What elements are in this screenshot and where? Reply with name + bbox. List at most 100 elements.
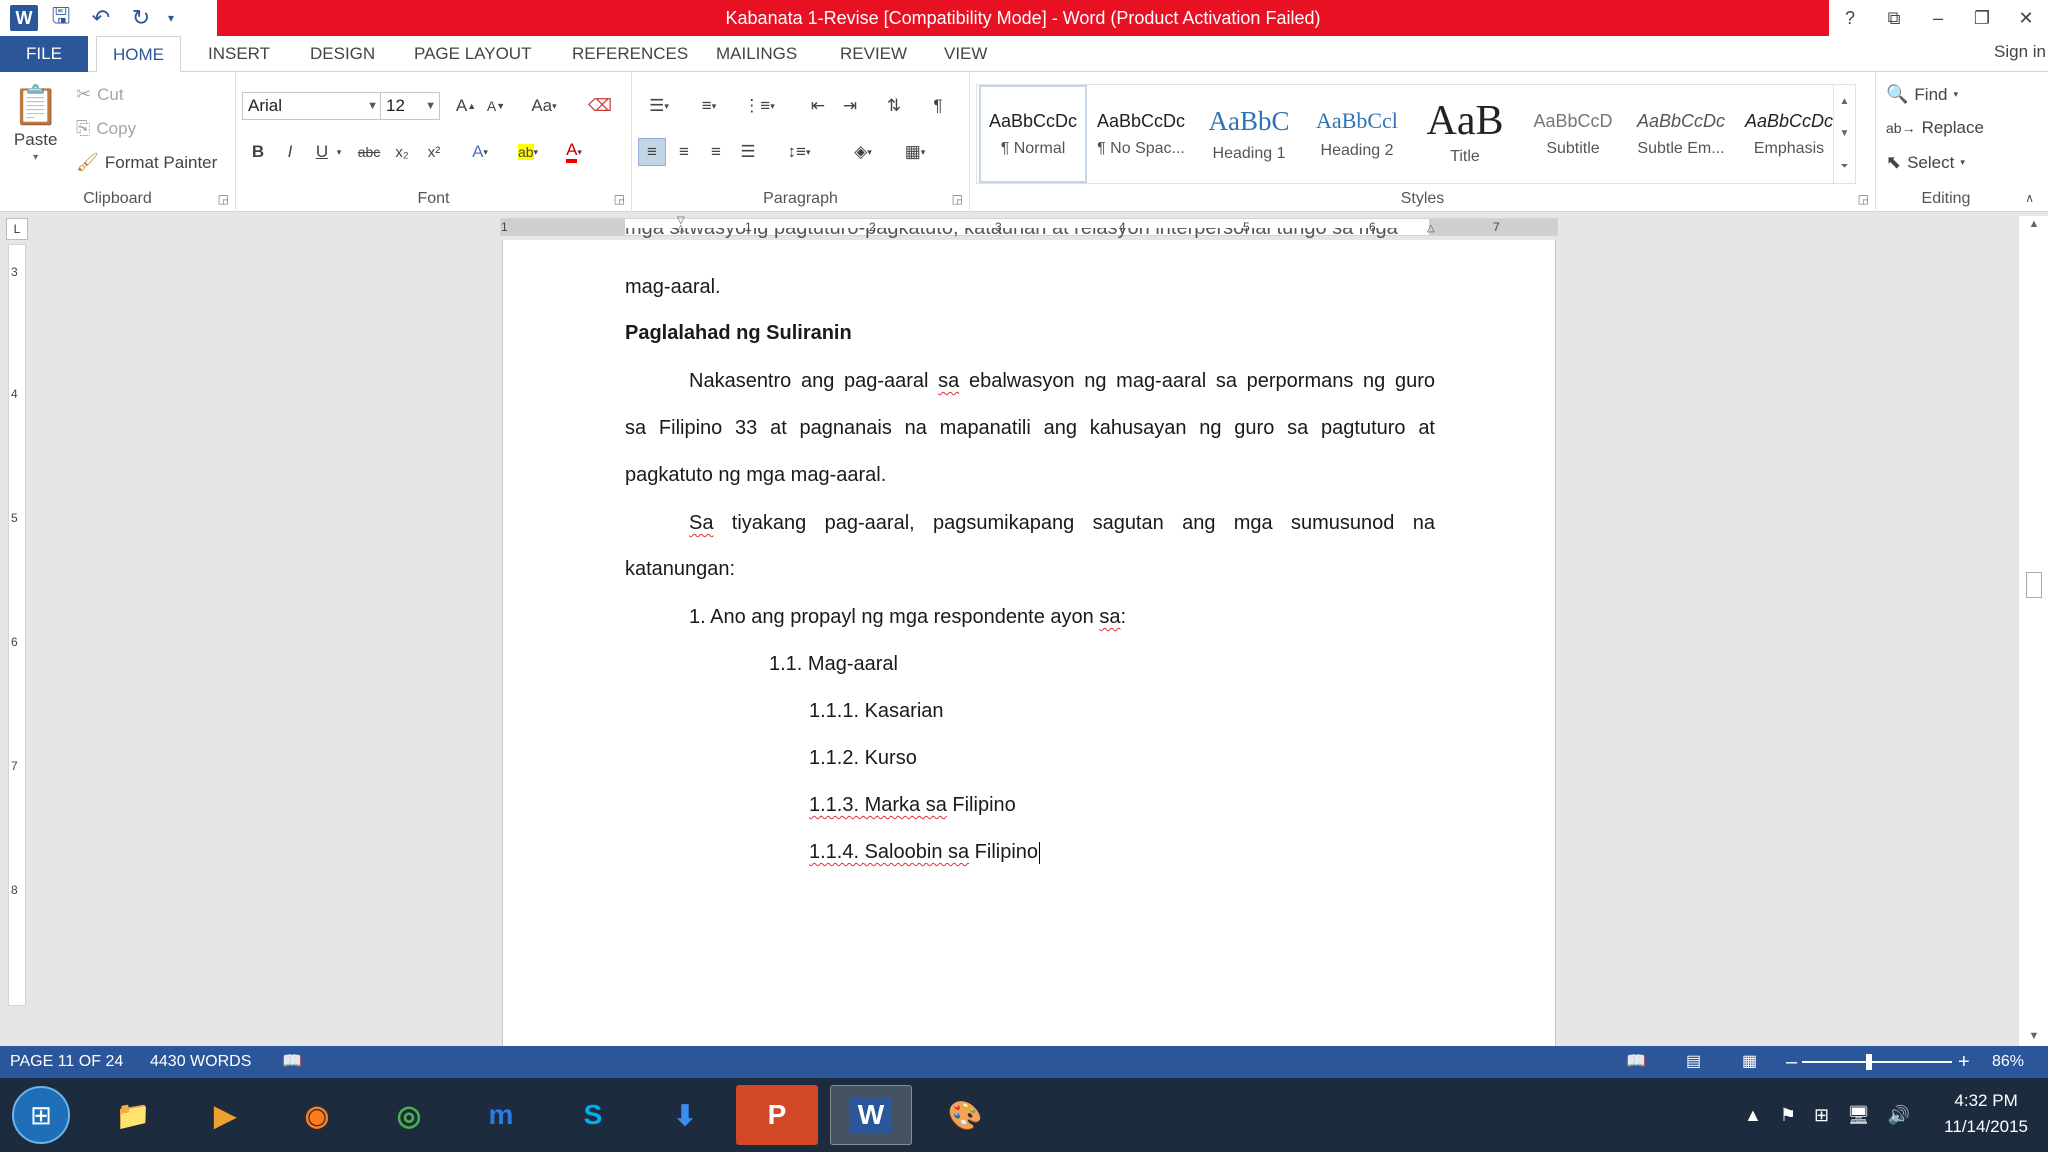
word-taskbar-icon[interactable]: W [830,1085,912,1145]
dialog-launcher-icon[interactable]: ◲ [1858,192,1869,206]
chrome-icon[interactable]: ◎ [368,1085,450,1145]
change-case-button[interactable]: Aa ▾ [524,92,564,120]
style-subtle-emphasis[interactable]: AaBbCcDc Subtle Em... [1627,85,1735,183]
media-player-icon[interactable]: ▶ [184,1085,266,1145]
text-effects-button[interactable]: A ▾ [466,138,494,166]
bold-button[interactable]: B [244,138,272,166]
print-layout-icon[interactable]: ▤ [1686,1046,1701,1078]
tab-insert[interactable]: INSERT [192,36,286,73]
scroll-thumb[interactable] [2026,572,2042,598]
close-button[interactable]: ✕ [2004,0,2048,36]
clear-formatting-icon[interactable]: ⌫ [586,92,614,120]
vertical-scrollbar[interactable]: ▲ ▼ [2018,216,2048,1046]
highlight-button[interactable]: ab ▾ [508,138,548,166]
style-normal[interactable]: AaBbCcDc ¶ Normal [979,85,1087,183]
tab-home[interactable]: HOME [96,36,181,73]
tab-view[interactable]: VIEW [928,36,1003,73]
cut-button[interactable]: ✂ Cut [76,84,124,105]
find-button[interactable]: 🔍 Find ▾ [1886,84,1958,105]
style-emphasis[interactable]: AaBbCcDc Emphasis [1735,85,1843,183]
tab-selector[interactable]: L [6,218,28,240]
proofing-icon[interactable]: 📖 [282,1046,302,1078]
decrease-indent-icon[interactable]: ⇤ [804,92,832,120]
strikethrough-button[interactable]: abc [352,138,386,166]
zoom-slider[interactable] [1802,1061,1952,1063]
align-center-icon[interactable]: ≡ [670,138,698,166]
tab-design[interactable]: DESIGN [294,36,391,73]
copy-button[interactable]: ⎘ Copy [76,118,136,139]
sign-in-link[interactable]: Sign in [1994,36,2048,68]
tab-review[interactable]: REVIEW [824,36,923,73]
font-color-button[interactable]: A ▾ [554,138,594,166]
redo-icon[interactable]: ↻ [124,3,158,33]
undo-icon[interactable]: ↶ [84,3,118,33]
minimize-button[interactable]: – [1916,0,1960,36]
justify-icon[interactable]: ☰ [734,138,762,166]
more-styles-icon[interactable]: ⏷ [1841,161,1849,172]
ribbon-display-options-icon[interactable]: ⧉ [1872,0,1916,36]
bullets-icon[interactable]: ☰ ▾ [638,92,680,120]
line-spacing-icon[interactable]: ↕≡ ▾ [778,138,820,166]
dialog-launcher-icon[interactable]: ◲ [614,192,625,206]
flag-icon[interactable]: ⚑ [1780,1105,1796,1126]
dialog-launcher-icon[interactable]: ◲ [952,192,963,206]
document-page[interactable]: mga sitwasyong pagtuturo-pagkatuto, kata… [502,228,1556,1046]
grow-font-button[interactable]: A ▲ [452,92,480,120]
zoom-level[interactable]: 86% [1992,1046,2024,1078]
style-heading-1[interactable]: AaBbC Heading 1 [1195,85,1303,183]
restore-button[interactable]: ❐ [1960,0,2004,36]
windows-start-icon[interactable]: ⊞ [12,1086,70,1144]
increase-indent-icon[interactable]: ⇥ [836,92,864,120]
zoom-in-button[interactable]: + [1958,1046,1970,1078]
skype-icon[interactable]: S [552,1085,634,1145]
show-hidden-icons-icon[interactable]: ▲ [1744,1105,1762,1126]
replace-button[interactable]: ab→ Replace [1886,118,1984,138]
font-size-combo[interactable]: 12 ▼ [380,92,440,120]
collapse-ribbon-icon[interactable]: ∧ [2025,191,2034,205]
vertical-ruler[interactable]: 3 4 5 6 7 8 [8,244,26,1006]
multilevel-list-icon[interactable]: ⋮≡ ▾ [738,92,780,120]
numbering-icon[interactable]: ≡ ▾ [688,92,730,120]
borders-icon[interactable]: ▦ ▾ [894,138,936,166]
chevron-up-icon[interactable]: ▲ [1840,96,1850,107]
style-subtitle[interactable]: AaBbCcD Subtitle [1519,85,1627,183]
web-layout-icon[interactable]: ▦ [1742,1046,1757,1078]
network-icon[interactable]: 🖥 [1847,1105,1870,1126]
zoom-out-button[interactable]: – [1786,1046,1797,1078]
show-formatting-marks-icon[interactable]: ¶ [924,92,952,120]
shrink-font-button[interactable]: A ▼ [482,92,510,120]
windows-icon[interactable]: ⊞ [1814,1105,1829,1126]
superscript-button[interactable]: x² [420,138,448,166]
page-indicator[interactable]: PAGE 11 OF 24 [10,1046,123,1078]
style-title[interactable]: AaB Title [1411,85,1519,183]
chevron-down-icon[interactable]: ▾ [332,138,346,166]
powerpoint-icon[interactable]: P [736,1085,818,1145]
paint-icon[interactable]: 🎨 [924,1085,1006,1145]
shading-icon[interactable]: ◈ ▾ [842,138,884,166]
scroll-up-icon[interactable]: ▲ [2019,218,2048,230]
format-painter-button[interactable]: 🖌 Format Painter [76,152,217,173]
select-button[interactable]: ⬉ Select ▾ [1886,152,1965,173]
styles-gallery-scroll[interactable]: ▲ ▼ ⏷ [1833,85,1855,183]
scroll-down-icon[interactable]: ▼ [2019,1030,2048,1042]
font-name-combo[interactable]: Arial ▼ [242,92,382,120]
read-mode-icon[interactable]: 📖 [1626,1046,1646,1078]
maxthon-icon[interactable]: m [460,1085,542,1145]
explorer-icon[interactable]: 📁 [92,1085,174,1145]
first-line-indent-icon[interactable]: ▽ [677,215,685,226]
align-left-icon[interactable]: ≡ [638,138,666,166]
tab-mailings[interactable]: MAILINGS [700,36,813,73]
word-app-icon[interactable]: W [10,5,38,31]
zoom-slider-knob[interactable] [1866,1054,1872,1070]
subscript-button[interactable]: x₂ [388,138,416,166]
clock[interactable]: 4:32 PM 11/14/2015 [1944,1088,2028,1140]
customize-qat-icon[interactable]: ▾ [164,3,178,33]
volume-icon[interactable]: 🔊 [1888,1105,1910,1126]
dialog-launcher-icon[interactable]: ◲ [218,192,229,206]
save-icon[interactable]: 🖫 [44,3,78,33]
sort-icon[interactable]: ⇅ [880,92,908,120]
download-manager-icon[interactable]: ⬇ [644,1085,726,1145]
tab-file[interactable]: FILE [0,36,88,73]
firefox-icon[interactable]: ◉ [276,1085,358,1145]
style-no-spacing[interactable]: AaBbCcDc ¶ No Spac... [1087,85,1195,183]
